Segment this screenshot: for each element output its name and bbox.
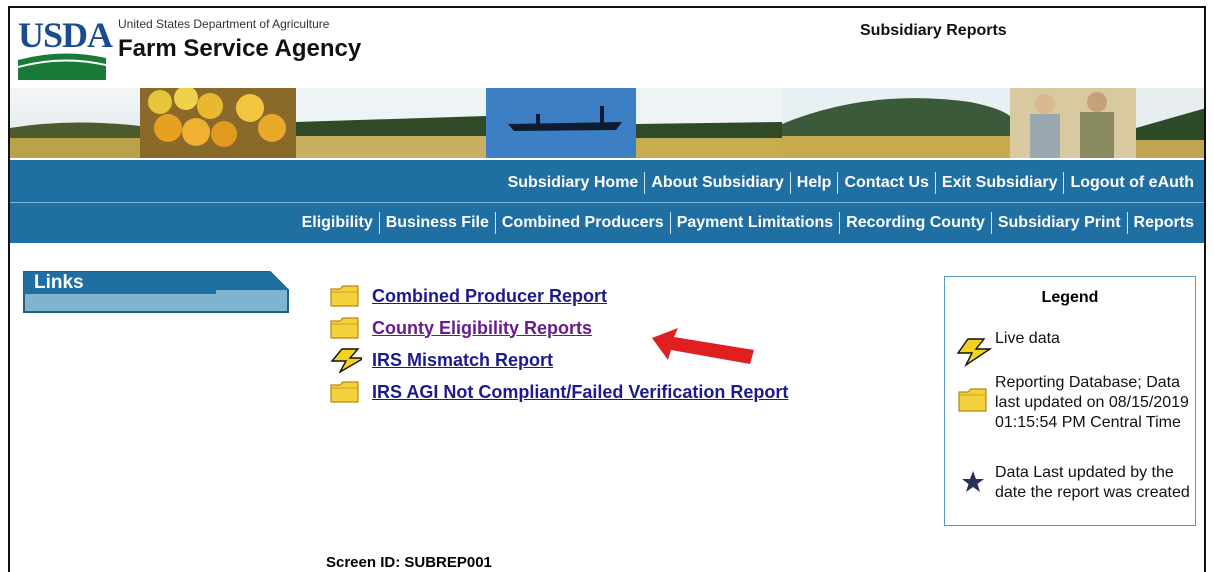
header-banner-image [10,88,1204,158]
annotation-arrow-icon [652,328,754,364]
department-name: United States Department of Agriculture [118,17,330,31]
nav-logout-eauth[interactable]: Logout of eAuth [1063,172,1200,194]
folder-icon [951,373,995,433]
nav-exit-subsidiary[interactable]: Exit Subsidiary [934,172,1064,194]
links-tab[interactable]: Links [22,270,290,314]
list-item: Combined Producer Report [328,280,788,312]
county-eligibility-reports-link[interactable]: County Eligibility Reports [372,318,592,339]
legend-live-row: Live data [951,329,1191,367]
legend-star-row: Data Last updated by the date the report… [951,463,1191,503]
nav-business-file[interactable]: Business File [378,212,495,234]
nav-subsidiary-home[interactable]: Subsidiary Home [502,172,645,194]
nav-divider [10,202,1204,203]
nav-combined-producers[interactable]: Combined Producers [494,212,670,234]
folder-icon [328,379,362,405]
nav-recording-county[interactable]: Recording County [839,212,991,234]
irs-mismatch-report-link[interactable]: IRS Mismatch Report [372,350,553,371]
agency-name: Farm Service Agency [118,35,362,62]
folder-icon [328,315,362,341]
lightning-icon [328,347,362,373]
nav-payment-limitations[interactable]: Payment Limitations [669,212,839,234]
header: USDA United States Department of Agricul… [10,8,1204,88]
nav-contact-us[interactable]: Contact Us [837,172,934,194]
combined-producer-report-link[interactable]: Combined Producer Report [372,286,607,307]
screen-id: Screen ID: SUBREP001 [326,554,492,571]
usda-logo-text: USDA [18,15,113,55]
legend-reporting-row: Reporting Database; Data last updated on… [951,373,1191,433]
legend-live-text: Live data [995,330,1060,347]
top-navigation: Subsidiary Home About Subsidiary Help Co… [10,160,1204,243]
nav-help[interactable]: Help [789,172,838,194]
page-frame: USDA United States Department of Agricul… [8,6,1206,572]
links-tab-label: Links [34,272,84,293]
legend-star-text: Data Last updated by the date the report… [995,464,1190,501]
legend-box: Legend Live data Reporting Database; Dat… [944,276,1196,526]
nav-reports[interactable]: Reports [1126,212,1200,234]
nav-subsidiary-print[interactable]: Subsidiary Print [990,212,1127,234]
legend-title: Legend [1041,289,1099,306]
nav-eligibility[interactable]: Eligibility [296,212,379,234]
legend-reporting-text: Reporting Database; Data last updated on… [995,374,1189,431]
page-title: Subsidiary Reports [860,22,1007,39]
nav-row-secondary: Eligibility Business File Combined Produ… [296,212,1200,234]
lightning-icon [951,329,995,367]
list-item: IRS AGI Not Compliant/Failed Verificatio… [328,376,788,408]
irs-agi-not-compliant-report-link[interactable]: IRS AGI Not Compliant/Failed Verificatio… [372,382,788,403]
star-icon [951,463,995,503]
usda-logo-hills-icon [18,50,106,80]
usda-logo: USDA [18,17,113,80]
nav-row-primary: Subsidiary Home About Subsidiary Help Co… [502,172,1200,194]
nav-about-subsidiary[interactable]: About Subsidiary [644,172,789,194]
folder-icon [328,283,362,309]
